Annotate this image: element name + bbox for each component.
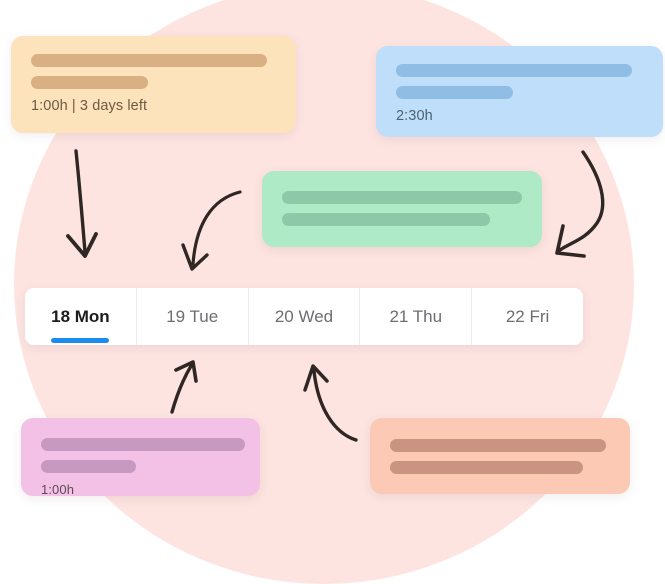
day-tab-label: 19 Tue [166,306,219,326]
placeholder-bar-primary [282,191,522,204]
placeholder-bar-secondary [396,86,513,99]
placeholder-bar-primary [396,64,632,77]
task-card-orange-meta: 1:00h | 3 days left [31,98,148,114]
day-tab-label: 20 Wed [274,306,334,326]
task-card-blue-meta: 2:30h [396,108,433,124]
day-tab-label: 21 Thu [389,306,443,326]
placeholder-bar-primary [41,438,245,451]
day-tab-19-tue[interactable]: 19 Tue [136,288,249,345]
task-card-orange[interactable]: 1:00h | 3 days left [11,36,296,133]
placeholder-bar-secondary [282,213,490,226]
task-card-pink[interactable]: 1:00h [21,418,260,497]
task-card-green[interactable] [262,171,542,247]
day-tab-22-fri[interactable]: 22 Fri [472,288,583,345]
active-tab-underline [51,338,110,343]
task-card-salmon[interactable] [370,418,630,494]
day-tab-label: 22 Fri [505,306,550,326]
day-tab-21-thu[interactable]: 21 Thu [360,288,473,345]
placeholder-bar-primary [31,54,267,67]
placeholder-bar-primary [390,439,606,452]
day-tab-bar: 18 Mon 19 Tue 20 Wed 21 Thu 22 Fri [25,288,583,345]
day-tab-18-mon[interactable]: 18 Mon [25,288,137,345]
day-tab-20-wed[interactable]: 20 Wed [248,288,361,345]
task-card-pink-meta: 1:00h [41,482,75,497]
placeholder-bar-secondary [390,461,583,474]
illustration-canvas: 1:00h | 3 days left 2:30h 1:00h 18 Mon 1… [0,0,665,584]
placeholder-bar-secondary [31,76,148,89]
day-tab-label: 18 Mon [51,306,110,326]
task-card-blue[interactable]: 2:30h [376,46,663,137]
placeholder-bar-secondary [41,460,136,473]
